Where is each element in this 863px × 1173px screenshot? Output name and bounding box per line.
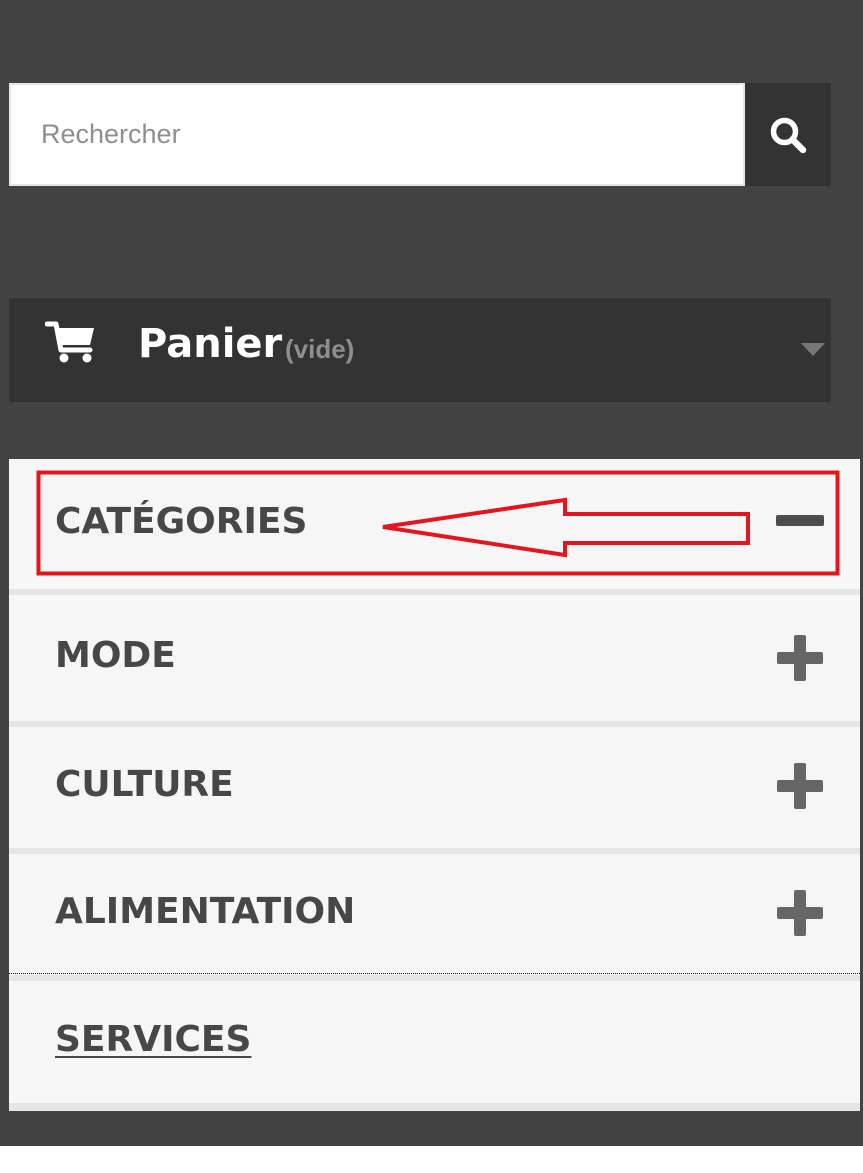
arrow-left-icon <box>382 497 750 558</box>
highlight-box <box>36 470 840 576</box>
annotation-overlay <box>36 470 840 576</box>
